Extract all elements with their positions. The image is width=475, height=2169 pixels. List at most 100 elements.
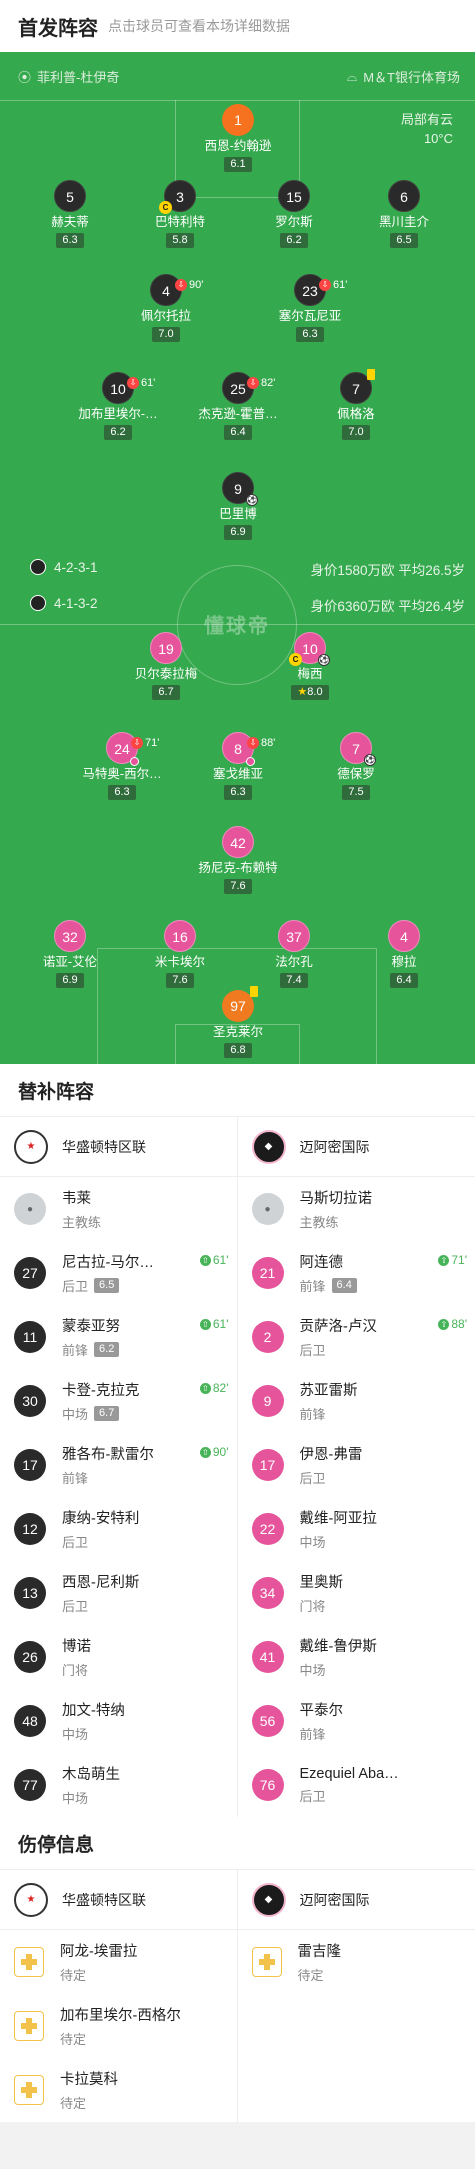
- player-name: 加文-特纳: [62, 1703, 125, 1719]
- player-number: 37: [278, 920, 310, 952]
- player-home-cb1[interactable]: 3 C 巴特利特 5.8: [125, 180, 235, 248]
- list-item[interactable]: 30 卡登-克拉克 中场 6.7 ⇧ 82': [0, 1369, 237, 1433]
- home-team-summary: 4-2-3-1 身价1580万欧 平均26.5岁: [0, 556, 475, 578]
- list-item[interactable]: 2 贡萨洛-卢汉 后卫 ⇧ 88': [238, 1305, 475, 1369]
- player-name: 塞尔瓦尼亚: [278, 309, 342, 323]
- home-injuries: ★ 华盛顿特区联 阿龙-埃雷拉 待定 加布里埃尔-西格尔 待定 卡拉莫科 待定: [0, 1870, 238, 2122]
- player-away-st2[interactable]: 10 C ⚽ 梅西 ★8.0: [255, 632, 365, 700]
- player-home-st[interactable]: 9 ⚽ 巴里博 6.9: [183, 472, 293, 540]
- sub-in-time: ⇧ 88': [438, 1317, 467, 1331]
- player-position: 门将: [62, 1663, 89, 1678]
- list-item[interactable]: 12 康纳-安特利 后卫: [0, 1497, 237, 1561]
- list-item[interactable]: 22 戴维-阿亚拉 中场: [238, 1497, 475, 1561]
- list-item[interactable]: 48 加文-特纳 中场: [0, 1689, 237, 1753]
- list-item[interactable]: 21 阿连德 前锋 6.4 ⇧ 71': [238, 1241, 475, 1305]
- player-home-lb[interactable]: 5 赫夫蒂 6.3: [15, 180, 125, 248]
- list-item[interactable]: 76 Ezequiel Aba… 后卫: [238, 1753, 475, 1817]
- coach-role: 主教练: [299, 1215, 339, 1230]
- player-home-dm1[interactable]: 4 ⇩ 90' 佩尔托拉 7.0: [111, 274, 221, 342]
- home-team-row[interactable]: ★ 华盛顿特区联: [0, 1870, 237, 1930]
- list-item[interactable]: 13 西恩-尼利斯 后卫: [0, 1561, 237, 1625]
- player-away-st1[interactable]: 19 贝尔泰拉梅 6.7: [111, 632, 221, 700]
- player-away-am1[interactable]: 24 ⇩ 71' 马特奥-西尔… 6.3: [67, 732, 177, 800]
- player-number: 22: [251, 1513, 284, 1545]
- list-item[interactable]: 9 苏亚雷斯 前锋: [238, 1369, 475, 1433]
- weather-info: 局部有云 10°C: [401, 110, 453, 148]
- player-name: 西恩-尼利斯: [62, 1575, 140, 1591]
- away-team-row[interactable]: ◆ 迈阿密国际: [237, 1117, 475, 1177]
- player-name: 黑川圭介: [378, 215, 429, 229]
- injuries-title: 伤停信息: [18, 1834, 95, 1856]
- away-team-row[interactable]: ◆ 迈阿密国际: [237, 1870, 475, 1930]
- home-team-name: 华盛顿特区联: [62, 1138, 146, 1155]
- player-away-rb[interactable]: 4 穆拉 6.4: [349, 920, 459, 988]
- venue-info: ⦿ 菲利普-杜伊奇 ⌓ M＆T银行体育场: [0, 62, 475, 88]
- player-position: 中场: [299, 1663, 326, 1678]
- player-away-dm[interactable]: 42 扬尼克-布赖特 7.6: [183, 826, 293, 894]
- injury-item[interactable]: 卡拉莫科 待定: [0, 2058, 237, 2122]
- sub-in-icon: ⇧: [199, 1382, 211, 1394]
- medical-kit-icon: [14, 2011, 44, 2041]
- sub-off-marker: ⇩ 61': [127, 367, 155, 399]
- injuries-section: ★ 华盛顿特区联 阿龙-埃雷拉 待定 加布里埃尔-西格尔 待定 卡拉莫科 待定 ◆ 迈阿密…: [0, 1869, 475, 2122]
- avatar: ●: [251, 1193, 284, 1225]
- sub-off-marker: ⇩ 82': [247, 367, 275, 399]
- list-item[interactable]: 77 木岛萌生 中场: [0, 1753, 237, 1817]
- player-home-am3[interactable]: 7 佩格洛 7.0: [301, 369, 411, 440]
- away-team-summary: 4-1-3-2 身价6360万欧 平均26.4岁: [0, 592, 475, 614]
- player-home-rb[interactable]: 6 黑川圭介 6.5: [349, 180, 459, 248]
- player-number: 6: [388, 180, 420, 212]
- player-number: 7: [352, 741, 360, 757]
- player-name: 贡萨洛-卢汉: [299, 1319, 377, 1335]
- away-coach[interactable]: ● 马斯切拉诺 主教练: [238, 1177, 475, 1241]
- player-number: 12: [14, 1513, 46, 1545]
- player-away-lb[interactable]: 32 诺亚-艾伦 6.9: [15, 920, 125, 988]
- injury-item[interactable]: 加布里埃尔-西格尔 待定: [0, 1994, 237, 2058]
- player-number: 76: [251, 1769, 284, 1801]
- player-name: 苏亚雷斯: [299, 1383, 358, 1399]
- player-number: 5: [54, 180, 86, 212]
- stadium-name: M＆T银行体育场: [363, 70, 460, 85]
- list-item[interactable]: 34 里奥斯 门将: [238, 1561, 475, 1625]
- injury-item[interactable]: 阿龙-埃雷拉 待定: [0, 1930, 237, 1994]
- away-subs: ◆ 迈阿密国际 ● 马斯切拉诺 主教练 21 阿连德 前锋 6.4 ⇧ 71' 2 贡萨洛-卢汉后…: [237, 1117, 475, 1817]
- list-item[interactable]: 26 博诺 门将: [0, 1625, 237, 1689]
- home-coach[interactable]: ● 韦莱 主教练: [0, 1177, 237, 1241]
- list-item[interactable]: 56 平泰尔 前锋: [238, 1689, 475, 1753]
- away-team-name: 迈阿密国际: [299, 1138, 370, 1155]
- away-crest-icon: [30, 595, 46, 611]
- player-home-am1[interactable]: 10 ⇩ 61' 加布里埃尔-… 6.2: [63, 372, 173, 440]
- player-away-am2[interactable]: 8 ⇩ 88' 塞戈维亚 6.3: [183, 732, 293, 800]
- player-number: 3: [176, 189, 184, 205]
- player-away-gk[interactable]: 97 圣克莱尔 6.8: [183, 986, 293, 1058]
- player-home-am2[interactable]: 25 ⇩ 82' 杰克逊-霍普… 6.4: [183, 372, 293, 440]
- list-item[interactable]: 17 伊恩-弗雷 后卫: [238, 1433, 475, 1497]
- list-item[interactable]: 17 雅各布-默雷尔 前锋 ⇧ 90': [0, 1433, 237, 1497]
- whistle-icon: ⦿: [18, 70, 32, 85]
- player-away-cb2[interactable]: 37 法尔孔 7.4: [239, 920, 349, 988]
- injured-player-name: 雷吉隆: [297, 1944, 342, 1960]
- injury-item[interactable]: 雷吉隆 待定: [238, 1930, 475, 1994]
- player-home-gk[interactable]: 1 西恩-约翰逊 6.1: [183, 104, 293, 172]
- player-position: 中场: [62, 1407, 89, 1422]
- sub-time: 61': [333, 279, 348, 291]
- player-name: 圣克莱尔: [212, 1025, 263, 1039]
- list-item[interactable]: 41 戴维-鲁伊斯 中场: [238, 1625, 475, 1689]
- list-item[interactable]: 27 尼古拉-马尔… 后卫 6.5 ⇧ 61': [0, 1241, 237, 1305]
- player-number: 2: [251, 1321, 284, 1353]
- player-position: 后卫: [62, 1535, 89, 1550]
- yellow-card-icon: [250, 986, 258, 997]
- player-away-am3[interactable]: 7 ⚽ 德保罗 7.5: [301, 732, 411, 800]
- list-item[interactable]: 11 蒙泰亚努 前锋 6.2 ⇧ 61': [0, 1305, 237, 1369]
- home-team-row[interactable]: ★ 华盛顿特区联: [0, 1117, 237, 1177]
- sub-off-icon: ⇩: [175, 279, 187, 291]
- player-name: 诺亚-艾伦: [42, 955, 98, 969]
- sub-in-time: ⇧ 90': [199, 1445, 229, 1459]
- player-number: 30: [14, 1385, 46, 1417]
- player-away-cb1[interactable]: 16 米卡埃尔 7.6: [125, 920, 235, 988]
- player-name: 佩尔托拉: [140, 309, 191, 323]
- player-rating: 6.3: [56, 233, 84, 248]
- player-home-dm2[interactable]: 23 ⇩ 61' 塞尔瓦尼亚 6.3: [255, 274, 365, 342]
- player-home-cb2[interactable]: 15 罗尔斯 6.2: [239, 180, 349, 248]
- medical-kit-icon: [14, 1947, 44, 1977]
